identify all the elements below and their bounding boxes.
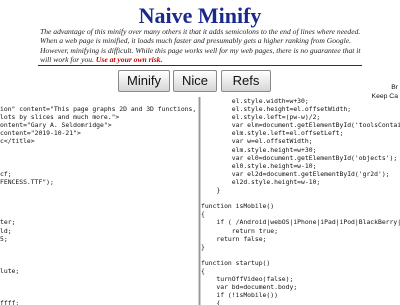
output-code-line: { (201, 266, 205, 275)
input-code-line (0, 243, 198, 251)
nice-button[interactable]: Nice (173, 70, 217, 92)
input-code-line (0, 186, 198, 194)
output-code-line: el.style.left=(pw-w)/2; (201, 113, 321, 122)
input-code-line: cf; (0, 169, 12, 178)
input-code-line (0, 275, 198, 283)
input-code-line: c</title> (0, 137, 35, 146)
minify-button[interactable]: Minify (118, 70, 170, 92)
input-code-line: ontent="Gary A. Seldomridge"> (0, 121, 112, 130)
input-code-line (0, 251, 198, 259)
input-code-line (0, 283, 198, 291)
input-code-textarea[interactable]: ion" content="This page graphs 2D and 3D… (0, 97, 198, 305)
output-code-line: if (!isMobile()) (201, 291, 278, 300)
input-code-line (0, 210, 198, 218)
input-code-line: lute; (0, 266, 20, 275)
output-code-line: function isMobile() (201, 202, 275, 211)
output-code-line: } (201, 242, 205, 251)
output-code-line: var el2d=document.getElementById('gr2d')… (201, 169, 390, 178)
input-code-line: ld; (0, 226, 12, 235)
input-code-line (0, 154, 198, 162)
header-divider (38, 65, 362, 66)
page-title: Naive Minify (138, 3, 262, 28)
input-code-line (0, 194, 198, 202)
output-code-line: el.style.height=el.offsetWidth; (201, 105, 352, 114)
risk-warning: Use at your own risk. (95, 55, 163, 65)
output-code-line (201, 194, 400, 202)
description-text: The advantage of this minify over many o… (40, 27, 361, 65)
output-code-line: { (201, 299, 221, 305)
output-code-line: el0.style.height=w-10; (201, 161, 317, 170)
output-code-line: var el0=document.getElementById('objects… (201, 153, 398, 162)
input-code-line (0, 162, 198, 170)
output-code-line: { (201, 210, 205, 219)
output-code-line (201, 251, 400, 259)
side-panel-line-1: Br (391, 84, 398, 91)
input-code-line (0, 97, 198, 105)
input-code-line: lots by slices and much more."> (0, 113, 120, 122)
page-header: Naive Minify The advantage of this minif… (0, 0, 400, 95)
output-code-line: var elm=document.getElementById('toolsCo… (201, 121, 400, 130)
input-code-line: content="2019-10-21"> (0, 129, 81, 138)
output-code-line: function startup() (201, 258, 271, 267)
output-code-line: elm.style.left=el.offsetLeft; (201, 129, 344, 138)
output-code-line: elm.style.height=w+30; (201, 145, 317, 154)
output-code-line: turnOffVideo(false); (201, 275, 294, 284)
input-code-line (0, 202, 198, 210)
toolbar: Minify Nice Refs (0, 70, 400, 92)
input-code-line (0, 259, 198, 267)
output-code-textarea[interactable]: el.style.width=w+30; el.style.height=el.… (201, 97, 400, 305)
page-description: The advantage of this minify over many o… (40, 27, 362, 65)
output-code-line: var w=el.offsetWidth; (201, 137, 313, 146)
output-code-line: el2d.style.height=w-10; (201, 177, 321, 186)
output-code-line: return false; (201, 234, 267, 243)
input-code-line: ffff; (0, 299, 20, 305)
input-code-line: FENCESS.TTF"); (0, 177, 54, 186)
output-code-line: return true; (201, 226, 278, 235)
input-code-line: ter; (0, 218, 16, 227)
output-code-line: } (201, 186, 221, 195)
input-code-line (0, 291, 198, 299)
output-code-line: var bd=document.body; (201, 283, 298, 292)
input-code-line: ion" content="This page graphs 2D and 3D… (0, 105, 197, 114)
input-code-line: 5; (0, 234, 8, 243)
output-code-line: el.style.width=w+30; (201, 97, 309, 105)
output-code-line: if ( /Android|webOS|iPhone|iPad|iPod|Bla… (201, 218, 400, 227)
input-code-line (0, 146, 198, 154)
refs-button[interactable]: Refs (221, 70, 271, 92)
